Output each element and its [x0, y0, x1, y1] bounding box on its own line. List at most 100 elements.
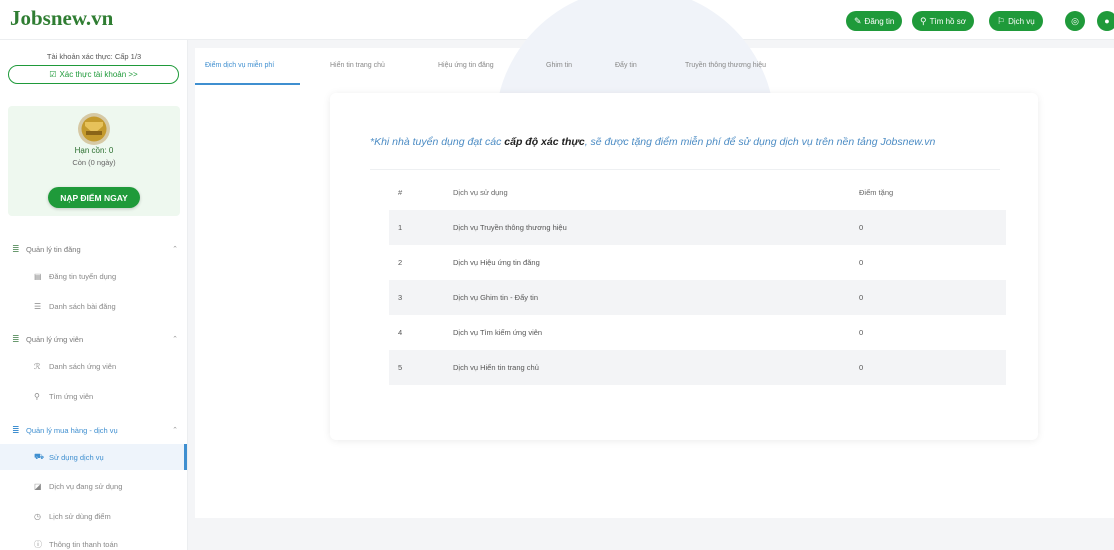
cart-icon: ⛟	[34, 452, 45, 461]
free-points-card: *Khi nhà tuyển dụng đạt các cấp độ xác t…	[330, 93, 1038, 440]
row-service: Dịch vụ Hiệu ứng tin đăng	[453, 258, 540, 267]
verify-account-button[interactable]: ☑ Xác thực tài khoản >>	[8, 65, 179, 84]
account-button[interactable]: ●	[1097, 11, 1114, 31]
row-service: Dịch vụ Hiển tin trang chủ	[453, 363, 539, 372]
menu-group-posts[interactable]: ≣ Quản lý tin đăng ⌃	[12, 242, 178, 256]
tab-pin-post[interactable]: Ghim tin	[546, 62, 572, 69]
menu-item-find-candidate[interactable]: ⚲ Tìm ứng viên	[34, 389, 184, 403]
tab-homepage-display[interactable]: Hiển tin trang chủ	[330, 62, 385, 69]
tag-icon: ◪	[34, 481, 42, 491]
menu-group-services[interactable]: ≣ Quản lý mua hàng - dịch vụ ⌃	[12, 423, 178, 437]
chevron-up-icon: ⌃	[172, 336, 178, 343]
menu-group-services-label: Quản lý mua hàng - dịch vụ	[26, 425, 118, 435]
menu-item-post-list-label: Danh sách bài đăng	[49, 301, 116, 311]
table-row: 1 Dịch vụ Truyền thông thương hiệu 0	[389, 210, 1006, 245]
rank-card: Hạn cồn: 0 Còn (0 ngày) NẠP ĐIỂM NGAY	[8, 106, 180, 216]
row-points: 0	[859, 328, 864, 337]
rank-duration: Còn (0 ngày)	[72, 158, 116, 167]
row-index: 5	[398, 363, 403, 372]
chevron-up-icon: ⌃	[172, 246, 178, 253]
free-points-note: *Khi nhà tuyển dụng đạt các cấp độ xác t…	[370, 134, 1010, 150]
menu-item-payment-info[interactable]: ⓘ Thông tin thanh toán	[34, 537, 184, 550]
header-service: Dịch vụ sử dụng	[453, 188, 508, 197]
table-row: 5 Dịch vụ Hiển tin trang chủ 0	[389, 350, 1006, 385]
list-icon: ≣	[12, 424, 20, 435]
table-row: 2 Dịch vụ Hiệu ứng tin đăng 0	[389, 245, 1006, 280]
sidebar: Tài khoản xác thực: Cấp 1/3 ☑ Xác thực t…	[0, 40, 188, 550]
info-icon: ⓘ	[34, 539, 42, 549]
menu-item-points-history[interactable]: ◷ Lịch sử dùng điểm	[34, 509, 184, 523]
bell-icon: ◎	[1071, 15, 1079, 26]
search-icon: ⚲	[920, 15, 927, 26]
service-icon: ⚐	[997, 15, 1006, 26]
active-tab-indicator	[195, 83, 300, 85]
tab-post-effects[interactable]: Hiệu ứng tin đăng	[438, 62, 494, 69]
tab-free-points[interactable]: Điểm dịch vụ miễn phí	[205, 62, 274, 69]
menu-group-candidates[interactable]: ≣ Quản lý ứng viên ⌃	[12, 332, 178, 346]
rank-badge-icon	[78, 113, 110, 145]
find-resume-button[interactable]: ⚲ Tìm hồ sơ	[912, 11, 974, 31]
clock-icon: ◷	[34, 511, 41, 521]
row-points: 0	[859, 363, 864, 372]
header-index: #	[398, 188, 403, 197]
list-icon: ≣	[12, 333, 20, 344]
post-job-button[interactable]: ✎ Đăng tin	[846, 11, 903, 31]
menu-item-post-list[interactable]: ☰ Danh sách bài đăng	[34, 299, 184, 313]
menu-item-points-history-label: Lịch sử dùng điểm	[49, 511, 111, 521]
page-footer-strip	[195, 518, 1114, 550]
tab-push-post[interactable]: Đẩy tin	[615, 62, 637, 69]
service-tabs: Điểm dịch vụ miễn phí Hiển tin trang chủ…	[195, 58, 1114, 88]
person-icon: ℛ	[34, 361, 41, 371]
header-points: Điểm tặng	[859, 188, 894, 197]
topup-button[interactable]: NẠP ĐIỂM NGAY	[48, 187, 140, 208]
menu-item-candidate-list[interactable]: ℛ Danh sách ứng viên	[34, 359, 184, 373]
row-points: 0	[859, 258, 864, 267]
menu-item-payment-info-label: Thông tin thanh toán	[49, 539, 118, 549]
menu-item-active-services-label: Dịch vụ đang sử dụng	[49, 481, 123, 491]
post-job-label: Đăng tin	[864, 16, 895, 26]
find-resume-label: Tìm hồ sơ	[929, 16, 966, 26]
site-logo[interactable]: Jobsnew.vn	[10, 6, 113, 31]
edit-icon: ✎	[854, 15, 862, 26]
account-level-text: Tài khoản xác thực: Cấp 1/3	[46, 52, 142, 61]
note-prefix: *Khi nhà tuyển dụng đạt các	[370, 136, 505, 148]
row-service: Dịch vụ Ghim tin - Đẩy tin	[453, 293, 539, 302]
menu-item-candidate-list-label: Danh sách ứng viên	[49, 361, 117, 371]
search-icon: ⚲	[34, 391, 40, 401]
table-row: 4 Dịch vụ Tìm kiếm ứng viên 0	[389, 315, 1006, 350]
row-index: 1	[398, 223, 403, 232]
menu-item-active-services[interactable]: ◪ Dịch vụ đang sử dụng	[34, 479, 184, 493]
menu-item-post-job[interactable]: ▤ Đăng tin tuyển dụng	[34, 269, 184, 283]
verify-account-label: Xác thực tài khoản >>	[59, 70, 138, 79]
notification-button[interactable]: ◎	[1065, 11, 1085, 31]
menu-item-use-service-label: Sử dụng dịch vụ	[49, 452, 104, 462]
row-index: 3	[398, 293, 403, 302]
row-index: 4	[398, 328, 403, 337]
user-icon: ●	[1104, 16, 1110, 26]
services-table: # Dịch vụ sử dụng Điểm tặng 1 Dịch vụ Tr…	[389, 175, 1006, 385]
menu-item-post-job-label: Đăng tin tuyển dụng	[49, 271, 117, 281]
row-points: 0	[859, 223, 864, 232]
list-icon: ☰	[34, 301, 42, 311]
checkbox-icon: ☑	[49, 70, 57, 79]
verification-level-link[interactable]: cấp độ xác thực	[504, 136, 584, 148]
menu-group-posts-label: Quản lý tin đăng	[26, 244, 81, 254]
tab-brand-media[interactable]: Truyền thông thương hiệu	[685, 62, 766, 69]
note-suffix: , sẽ được tặng điểm miễn phí để sử dụng …	[584, 136, 936, 148]
menu-item-find-candidate-label: Tìm ứng viên	[49, 391, 94, 401]
menu-item-use-service[interactable]: ⛟ Sử dụng dịch vụ	[0, 444, 187, 470]
row-points: 0	[859, 293, 864, 302]
row-service: Dịch vụ Tìm kiếm ứng viên	[453, 328, 543, 337]
row-service: Dịch vụ Truyền thông thương hiệu	[453, 223, 567, 232]
chevron-up-icon: ⌃	[172, 427, 178, 434]
rank-text: Hạn cồn: 0	[74, 146, 114, 155]
list-icon: ≣	[12, 243, 20, 254]
divider	[370, 169, 1000, 170]
row-index: 2	[398, 258, 403, 267]
service-button[interactable]: ⚐ Dịch vụ	[989, 11, 1043, 31]
service-label: Dịch vụ	[1008, 16, 1035, 26]
document-icon: ▤	[34, 271, 42, 281]
table-header: # Dịch vụ sử dụng Điểm tặng	[389, 175, 1006, 210]
table-row: 3 Dịch vụ Ghim tin - Đẩy tin 0	[389, 280, 1006, 315]
menu-group-candidates-label: Quản lý ứng viên	[26, 334, 84, 344]
